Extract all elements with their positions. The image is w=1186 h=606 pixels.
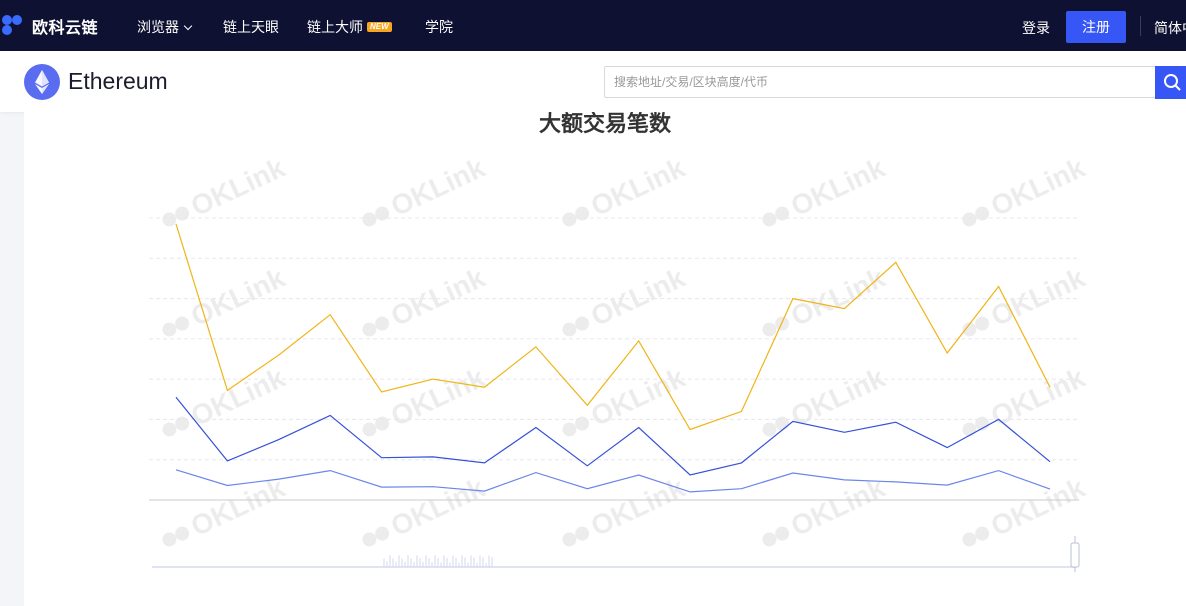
- chart-card: 大额交易笔数 OKLink OKLink OKLink OKLink OKLink OKL…: [24, 112, 1186, 606]
- watermark: OKLink: [962, 472, 1090, 547]
- watermark: OKLink: [162, 152, 290, 227]
- search-icon: [1164, 74, 1181, 91]
- svg-text:OKLink: OKLink: [586, 362, 690, 432]
- nav-divider: [1140, 16, 1141, 36]
- chain-header: Ethereum: [0, 51, 1186, 112]
- watermark: OKLink: [962, 362, 1090, 437]
- brand-name: 欧科云链: [32, 20, 99, 37]
- svg-text:OKLink: OKLink: [186, 152, 290, 222]
- zoom-slider-handle: [1070, 542, 1080, 568]
- nav-item-onchain-master-label: 链上大师: [307, 19, 363, 35]
- watermark: OKLink: [162, 362, 290, 437]
- svg-text:OKLink: OKLink: [586, 472, 690, 542]
- search-input[interactable]: [604, 66, 1156, 98]
- line-chart: OKLink OKLink OKLink OKLink OKLink OKLink OKLi…: [149, 152, 1090, 572]
- svg-text:OKLink: OKLink: [986, 262, 1090, 332]
- watermark: OKLink: [762, 362, 890, 437]
- oklink-logo-icon: [2, 15, 28, 37]
- svg-text:OKLink: OKLink: [186, 262, 290, 332]
- zoom-slider-preview: [383, 555, 493, 567]
- svg-text:OKLink: OKLink: [786, 472, 890, 542]
- svg-text:OKLink: OKLink: [586, 152, 690, 222]
- watermark: OKLink: [162, 262, 290, 337]
- svg-text:OKLink: OKLink: [186, 472, 290, 542]
- watermark: OKLink: [362, 152, 490, 227]
- watermark: OKLink: [362, 472, 490, 547]
- nav-item-browser[interactable]: 浏览器: [137, 17, 193, 37]
- watermark: OKLink: [362, 362, 490, 437]
- watermark: OKLink: [762, 472, 890, 547]
- login-link[interactable]: 登录: [1022, 18, 1050, 38]
- watermark: OKLink: [562, 472, 690, 547]
- svg-text:OKLink: OKLink: [186, 362, 290, 432]
- nav-item-academy[interactable]: 学院: [425, 17, 453, 37]
- chevron-down-icon: [183, 21, 193, 31]
- watermark: OKLink: [562, 362, 690, 437]
- chain-title: Ethereum: [68, 68, 168, 94]
- svg-text:OKLink: OKLink: [386, 472, 490, 542]
- nav-item-academy-label: 学院: [425, 19, 453, 35]
- register-button[interactable]: 注册: [1066, 11, 1126, 43]
- watermark: OKLink: [562, 262, 690, 337]
- svg-text:OKLink: OKLink: [986, 152, 1090, 222]
- svg-text:OKLink: OKLink: [386, 152, 490, 222]
- nav-item-onchain-master[interactable]: 链上大师 NEW: [307, 17, 392, 37]
- ethereum-icon: [24, 64, 60, 100]
- svg-text:OKLink: OKLink: [586, 262, 690, 332]
- search-button[interactable]: [1155, 66, 1186, 99]
- language-selector[interactable]: 简体中: [1154, 18, 1186, 38]
- watermark: OKLink: [562, 152, 690, 227]
- watermark: OKLink: [362, 262, 490, 337]
- svg-text:OKLink: OKLink: [786, 152, 890, 222]
- top-nav: 欧科云链 浏览器 链上天眼 链上大师 NEW 学院 登录 注册 简体中: [0, 0, 1186, 51]
- new-badge: NEW: [367, 22, 392, 32]
- nav-item-onchain-eye-label: 链上天眼: [223, 19, 279, 35]
- nav-item-onchain-eye[interactable]: 链上天眼: [223, 17, 279, 37]
- brand[interactable]: 欧科云链: [2, 14, 98, 38]
- svg-text:OKLink: OKLink: [986, 472, 1090, 542]
- nav-item-browser-label: 浏览器: [137, 19, 179, 35]
- svg-text:OKLink: OKLink: [786, 362, 890, 432]
- series-line-3: [175, 469, 1051, 493]
- watermark: OKLink: [762, 152, 890, 227]
- watermark: OKLink: [962, 152, 1090, 227]
- svg-text:OKLink: OKLink: [786, 262, 890, 332]
- svg-text:OKLink: OKLink: [386, 262, 490, 332]
- svg-text:OKLink: OKLink: [386, 362, 490, 432]
